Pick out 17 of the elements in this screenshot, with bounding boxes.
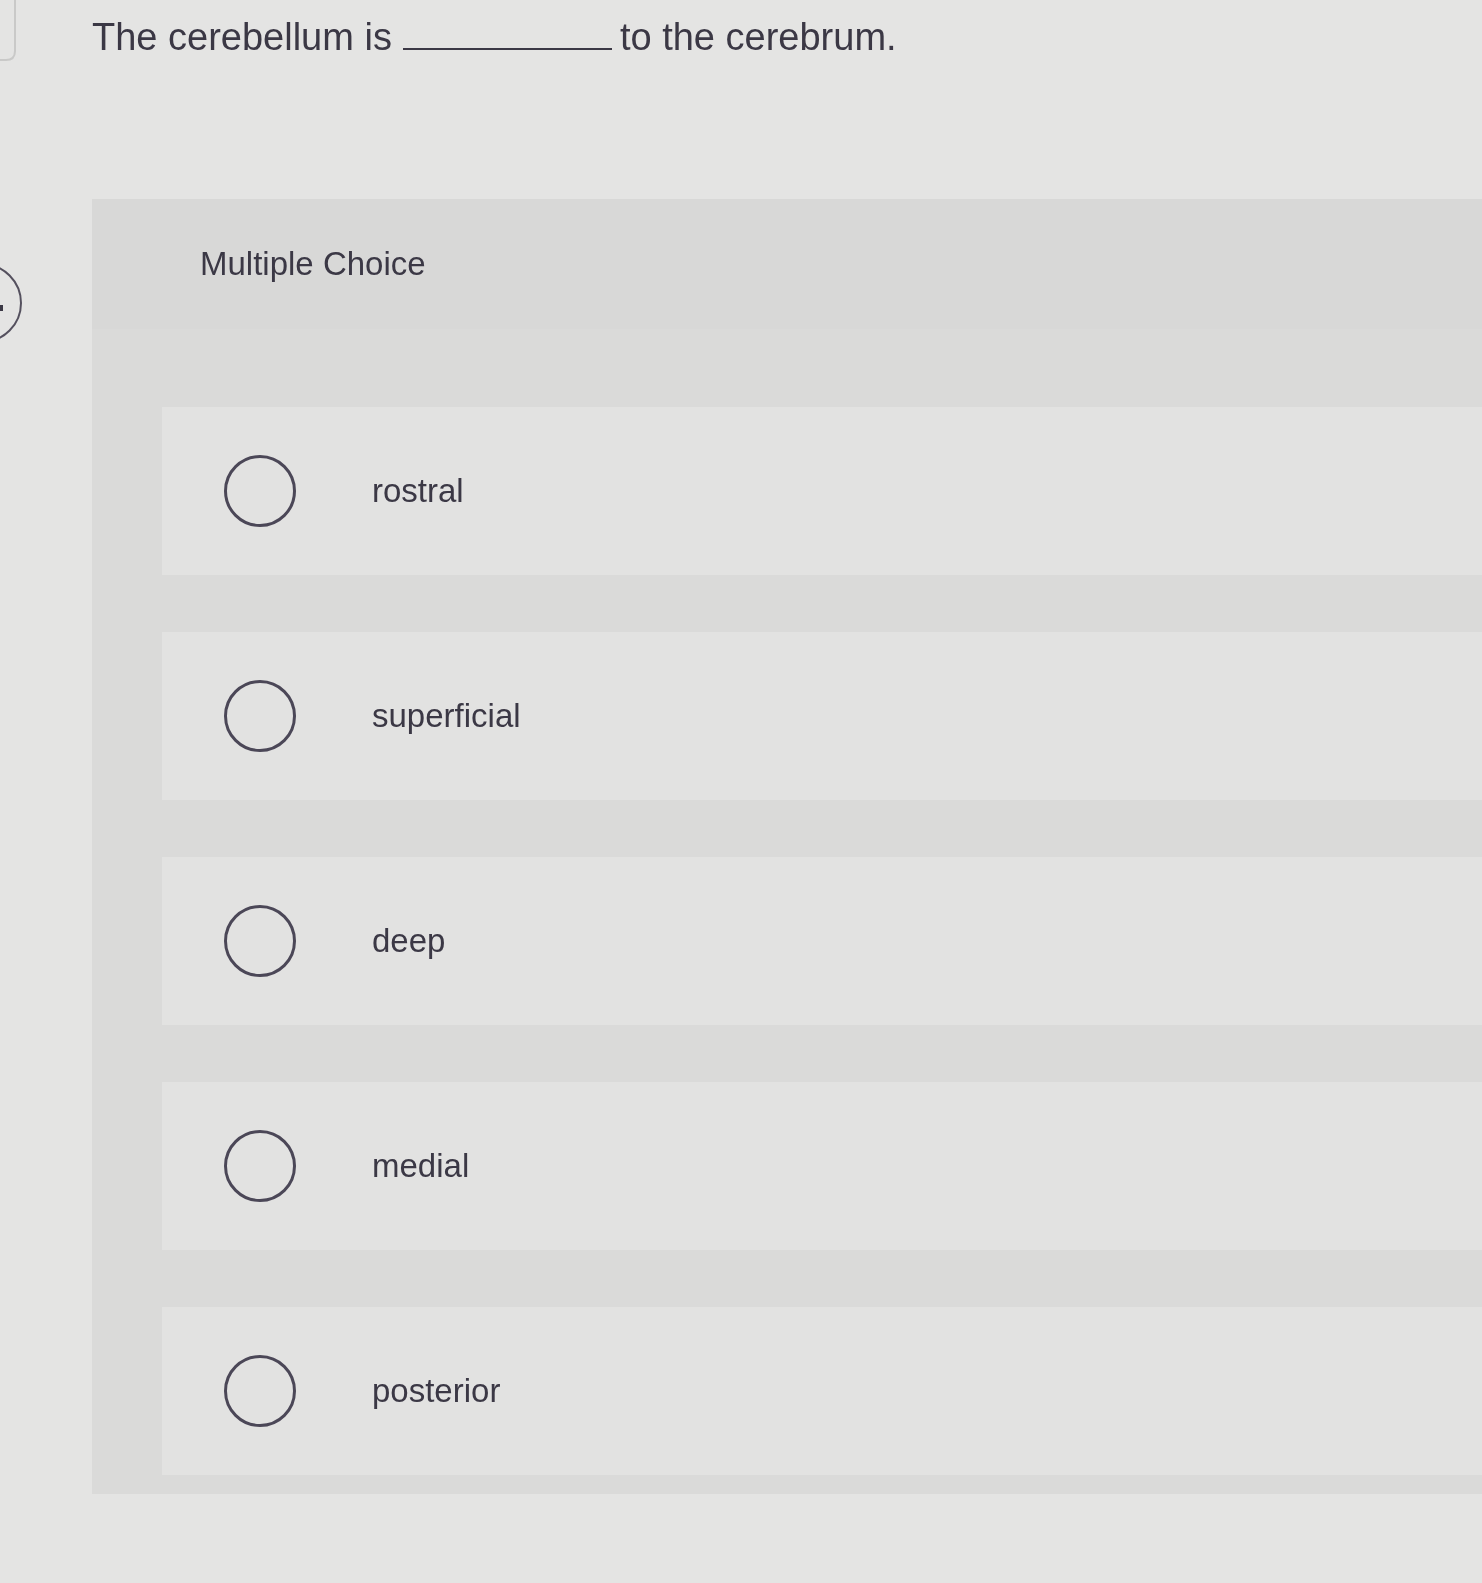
question-type-label: Multiple Choice — [200, 245, 426, 283]
answer-option[interactable]: deep — [162, 857, 1482, 1025]
option-label: medial — [372, 1147, 470, 1185]
option-label: rostral — [372, 472, 464, 510]
radio-button[interactable] — [224, 905, 296, 977]
option-label: deep — [372, 922, 446, 960]
question-text: The cerebellum is to the cerebrum. — [92, 13, 898, 60]
answer-option[interactable]: rostral — [162, 407, 1482, 575]
radio-button[interactable] — [224, 1355, 296, 1427]
answer-option[interactable]: medial — [162, 1082, 1482, 1250]
option-label: posterior — [372, 1372, 501, 1410]
answer-option[interactable]: superficial — [162, 632, 1482, 800]
radio-button[interactable] — [224, 455, 296, 527]
radio-button[interactable] — [224, 1130, 296, 1202]
option-label: superficial — [372, 697, 521, 735]
radio-button[interactable] — [224, 680, 296, 752]
answer-option[interactable]: posterior — [162, 1307, 1482, 1475]
